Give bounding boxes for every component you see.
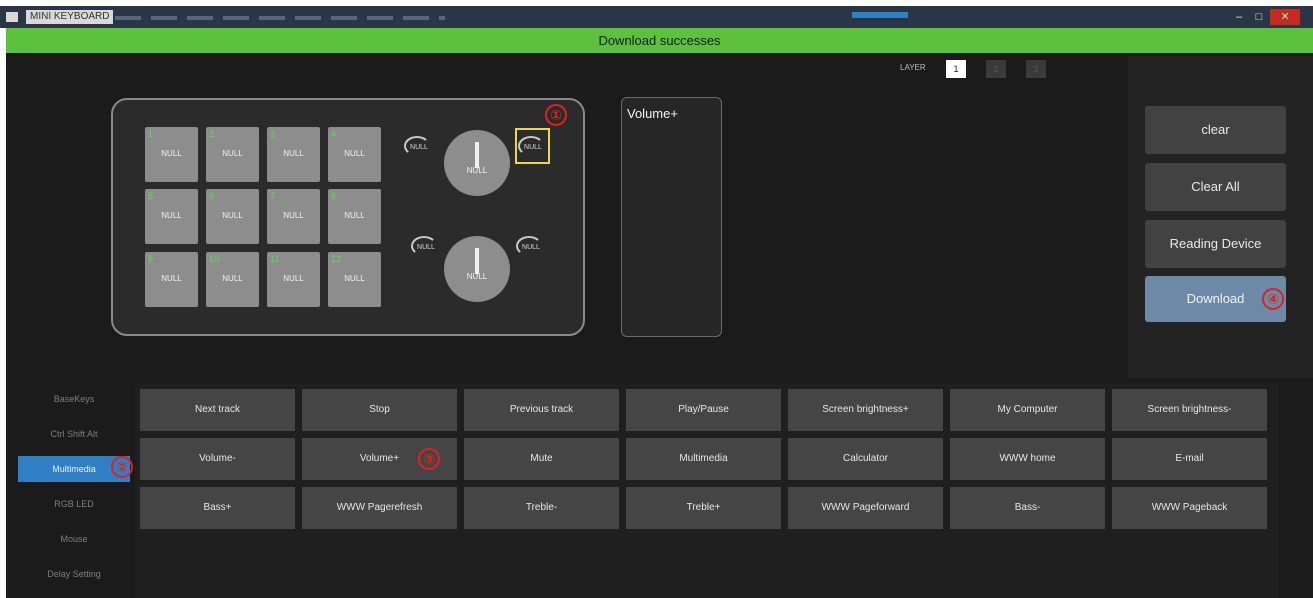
window-title: MINI KEYBOARD bbox=[26, 10, 114, 24]
key-number: 7 bbox=[270, 191, 276, 201]
annotation-badge-3: ③ bbox=[418, 448, 440, 470]
key-6[interactable]: 6 NULL bbox=[206, 189, 259, 244]
key-number: 4 bbox=[331, 129, 337, 139]
minimize-button[interactable]: – bbox=[1230, 9, 1248, 25]
category-basekeys[interactable]: BaseKeys bbox=[18, 386, 130, 412]
key-value: NULL bbox=[222, 149, 243, 158]
key-value: NULL bbox=[161, 274, 182, 283]
key-5[interactable]: 5 NULL bbox=[145, 189, 198, 244]
function-button[interactable]: WWW Pageforward bbox=[788, 487, 943, 529]
key-value: NULL bbox=[222, 274, 243, 283]
knob-2-rotate-right[interactable]: NULL bbox=[516, 236, 546, 256]
clear-all-button[interactable]: Clear All bbox=[1145, 163, 1286, 211]
key-12[interactable]: 12 NULL bbox=[328, 252, 381, 307]
function-button[interactable]: Play/Pause bbox=[626, 389, 781, 431]
title-bar: MINI KEYBOARD – □ ✕ bbox=[0, 6, 1313, 28]
selected-input-outline bbox=[515, 128, 550, 164]
close-button[interactable]: ✕ bbox=[1270, 9, 1300, 25]
key-9[interactable]: 9 NULL bbox=[145, 252, 198, 307]
category-ctrl-shift-alt[interactable]: Ctrl Shift Alt bbox=[18, 421, 130, 447]
function-button[interactable]: Treble+ bbox=[626, 487, 781, 529]
key-2[interactable]: 2 NULL bbox=[206, 127, 259, 182]
function-button[interactable]: Multimedia bbox=[626, 438, 781, 480]
category-rgb-led[interactable]: RGB LED bbox=[18, 491, 130, 517]
function-button[interactable]: Mute bbox=[464, 438, 619, 480]
function-button[interactable]: Next track bbox=[140, 389, 295, 431]
knob-2-rotate-left[interactable]: NULL bbox=[411, 236, 441, 256]
function-button[interactable]: Screen brightness- bbox=[1112, 389, 1267, 431]
key-value: NULL bbox=[283, 149, 304, 158]
reading-device-button[interactable]: Reading Device bbox=[1145, 220, 1286, 268]
key-number: 3 bbox=[270, 129, 276, 139]
key-value: NULL bbox=[161, 149, 182, 158]
layer-button-1[interactable]: 1 bbox=[946, 60, 966, 78]
key-11[interactable]: 11 NULL bbox=[267, 252, 320, 307]
function-button[interactable]: Volume- bbox=[140, 438, 295, 480]
preview-text: Volume+ bbox=[627, 106, 678, 121]
function-button[interactable]: My Computer bbox=[950, 389, 1105, 431]
function-button[interactable]: WWW home bbox=[950, 438, 1105, 480]
key-3[interactable]: 3 NULL bbox=[267, 127, 320, 182]
key-10[interactable]: 10 NULL bbox=[206, 252, 259, 307]
key-number: 2 bbox=[209, 129, 215, 139]
function-button[interactable]: WWW Pagerefresh bbox=[302, 487, 457, 529]
function-button[interactable]: Bass+ bbox=[140, 487, 295, 529]
layer-button-2[interactable]: 2 bbox=[986, 60, 1006, 78]
menu-bar bbox=[115, 16, 445, 20]
maximize-button[interactable]: □ bbox=[1250, 9, 1268, 25]
key-number: 5 bbox=[148, 191, 154, 201]
key-value: NULL bbox=[222, 211, 243, 220]
key-1[interactable]: 1 NULL bbox=[145, 127, 198, 182]
knob-indicator bbox=[475, 142, 479, 168]
knob-press-value: NULL bbox=[466, 166, 488, 175]
layer-button-3[interactable]: 3 bbox=[1026, 60, 1046, 78]
knob-rotate-value: NULL bbox=[417, 244, 435, 251]
category-delay-setting[interactable]: Delay Setting bbox=[18, 561, 130, 587]
key-number: 11 bbox=[270, 254, 280, 264]
key-value: NULL bbox=[344, 149, 365, 158]
function-button[interactable]: WWW Pageback bbox=[1112, 487, 1267, 529]
key-number: 1 bbox=[148, 129, 154, 139]
key-value: NULL bbox=[344, 211, 365, 220]
active-tab-indicator bbox=[852, 12, 908, 18]
key-value: NULL bbox=[283, 274, 304, 283]
key-number: 9 bbox=[148, 254, 154, 264]
annotation-badge-4: ④ bbox=[1262, 288, 1284, 310]
knob-2[interactable]: NULL bbox=[444, 236, 510, 302]
action-panel bbox=[1128, 56, 1313, 378]
key-number: 8 bbox=[331, 191, 337, 201]
function-button[interactable]: Screen brightness+ bbox=[788, 389, 943, 431]
key-value: NULL bbox=[161, 211, 182, 220]
knob-indicator bbox=[475, 248, 479, 274]
function-button[interactable]: Bass- bbox=[950, 487, 1105, 529]
annotation-badge-2: ② bbox=[111, 456, 133, 478]
category-mouse[interactable]: Mouse bbox=[18, 526, 130, 552]
knob-1[interactable]: NULL bbox=[444, 130, 510, 196]
annotation-badge-1: ① bbox=[545, 104, 567, 126]
key-value: NULL bbox=[283, 211, 304, 220]
app-window: MINI KEYBOARD – □ ✕ Download successes L… bbox=[0, 0, 1313, 598]
knob-press-value: NULL bbox=[466, 272, 488, 281]
key-7[interactable]: 7 NULL bbox=[267, 189, 320, 244]
app-icon bbox=[6, 12, 18, 22]
key-number: 10 bbox=[209, 254, 220, 264]
key-8[interactable]: 8 NULL bbox=[328, 189, 381, 244]
layer-label: LAYER bbox=[900, 63, 926, 72]
status-banner: Download successes bbox=[6, 28, 1313, 53]
assignment-preview: Volume+ bbox=[621, 97, 722, 337]
knob-1-rotate-left[interactable]: NULL bbox=[404, 136, 434, 156]
key-value: NULL bbox=[344, 274, 365, 283]
clear-button[interactable]: clear bbox=[1145, 106, 1286, 154]
knob-rotate-value: NULL bbox=[522, 244, 540, 251]
function-button[interactable]: E-mail bbox=[1112, 438, 1267, 480]
function-button[interactable]: Treble- bbox=[464, 487, 619, 529]
function-button[interactable]: Calculator bbox=[788, 438, 943, 480]
function-button[interactable]: Stop bbox=[302, 389, 457, 431]
knob-rotate-value: NULL bbox=[410, 144, 428, 151]
key-number: 12 bbox=[331, 254, 342, 264]
key-number: 6 bbox=[209, 191, 215, 201]
key-4[interactable]: 4 NULL bbox=[328, 127, 381, 182]
function-button[interactable]: Previous track bbox=[464, 389, 619, 431]
